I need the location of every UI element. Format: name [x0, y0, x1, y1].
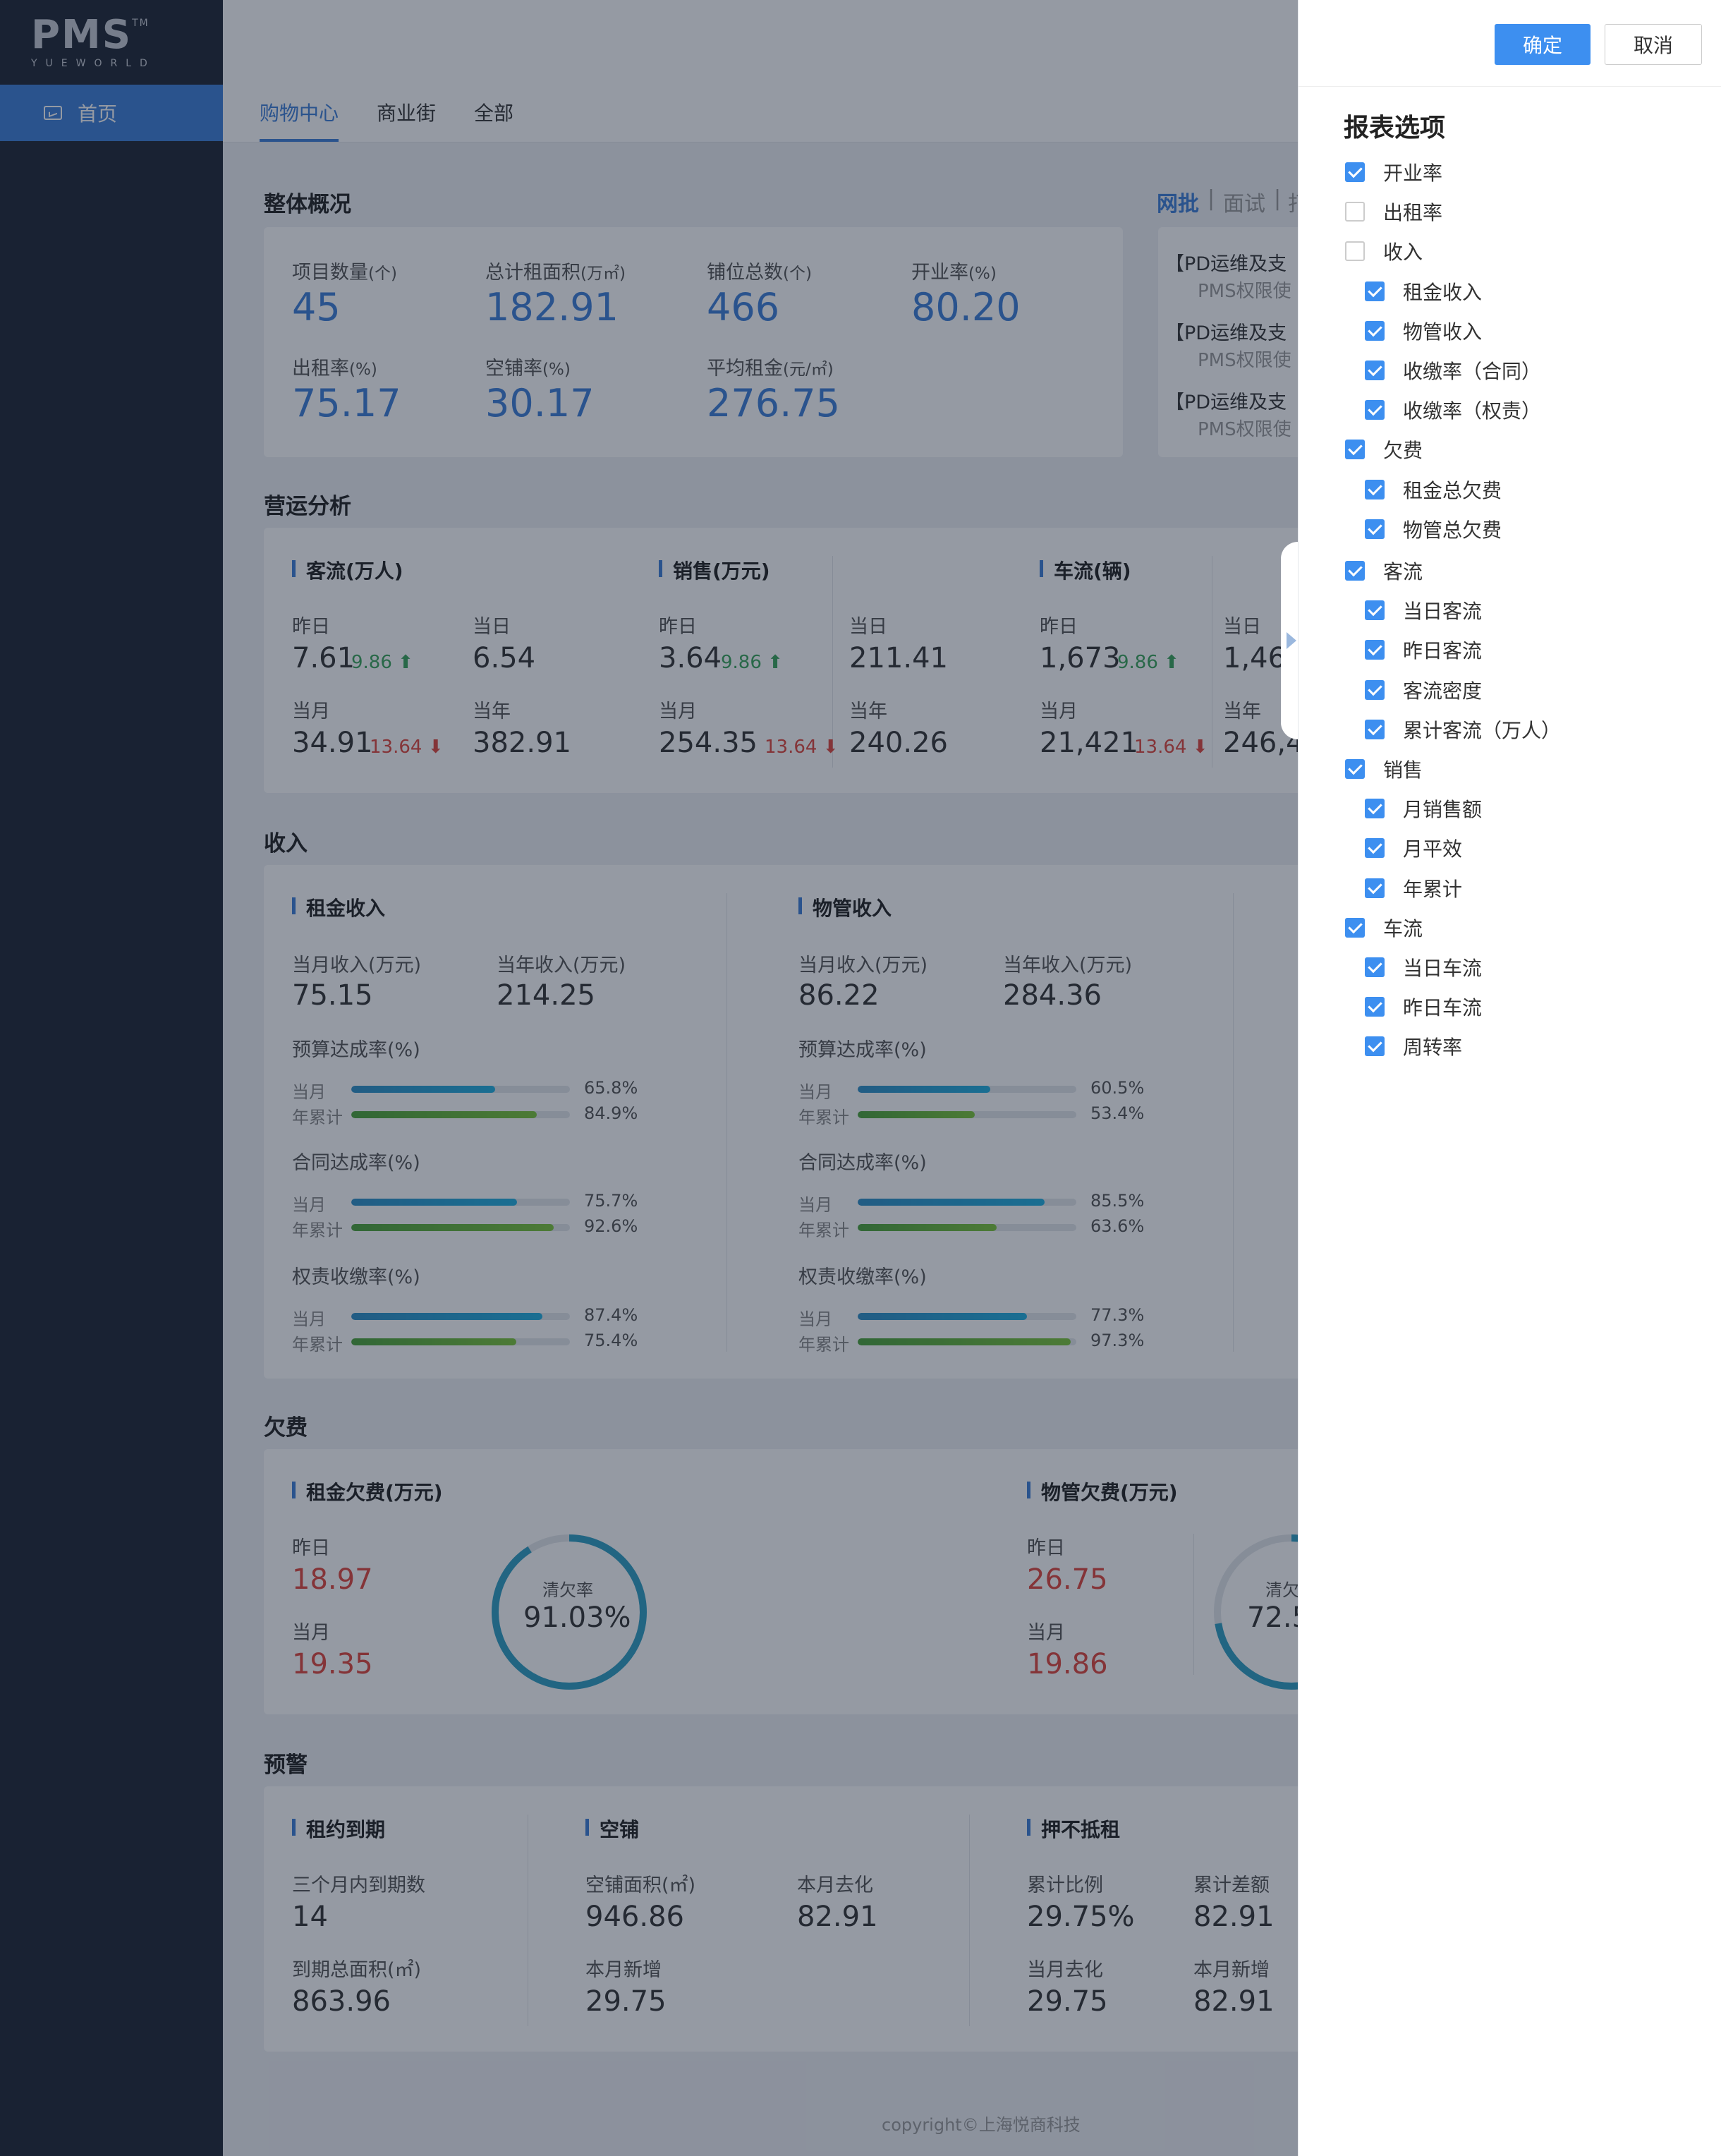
option-checkbox[interactable]: 客流密度 [1365, 676, 1482, 704]
option-label: 收入 [1383, 241, 1423, 264]
checkbox-checked-icon[interactable] [1365, 519, 1385, 539]
option-checkbox[interactable]: 欠费 [1345, 435, 1423, 464]
checkbox-checked-icon[interactable] [1365, 680, 1385, 700]
option-checkbox[interactable]: 租金收入 [1365, 277, 1482, 305]
option-label: 年累计 [1403, 878, 1463, 901]
checkbox-checked-icon[interactable] [1365, 600, 1385, 620]
option-checkbox[interactable]: 车流 [1345, 914, 1423, 942]
option-label: 月销售额 [1403, 798, 1483, 821]
option-checkbox[interactable]: 销售 [1345, 755, 1423, 783]
option-checkbox[interactable]: 租金总欠费 [1365, 476, 1502, 504]
checkbox-checked-icon[interactable] [1365, 321, 1385, 341]
cancel-button[interactable]: 取消 [1605, 24, 1702, 65]
option-checkbox[interactable]: 累计客流（万人） [1365, 715, 1561, 744]
checkbox-checked-icon[interactable] [1365, 878, 1385, 898]
option-label: 收缴率（合同） [1403, 360, 1542, 383]
checkbox-checked-icon[interactable] [1345, 759, 1365, 779]
option-checkbox[interactable]: 客流 [1345, 557, 1423, 585]
option-checkbox[interactable]: 昨日车流 [1365, 993, 1482, 1021]
option-label: 累计客流（万人） [1403, 719, 1562, 742]
option-checkbox[interactable]: 收入 [1345, 237, 1423, 265]
option-label: 周转率 [1403, 1036, 1463, 1059]
option-label: 开业率 [1383, 162, 1443, 185]
option-checkbox[interactable]: 当日客流 [1365, 596, 1482, 624]
checkbox-checked-icon[interactable] [1345, 561, 1365, 581]
report-options-panel: 确定 取消 报表选项 开业率 出租率 收入 租金收入 物管收入 收缴率（合同） … [1298, 0, 1721, 2156]
checkbox-checked-icon[interactable] [1365, 1036, 1385, 1056]
option-label: 租金总欠费 [1403, 479, 1502, 502]
option-checkbox[interactable]: 当日车流 [1365, 953, 1482, 981]
checkbox-checked-icon[interactable] [1365, 361, 1385, 380]
option-checkbox[interactable]: 月平效 [1365, 834, 1462, 862]
option-checkbox[interactable]: 周转率 [1365, 1032, 1462, 1060]
option-label: 客流密度 [1403, 679, 1483, 703]
option-label: 客流 [1383, 560, 1423, 583]
checkbox-checked-icon[interactable] [1365, 400, 1385, 420]
option-checkbox[interactable]: 昨日客流 [1365, 636, 1482, 664]
checkbox-checked-icon[interactable] [1365, 799, 1385, 818]
option-label: 车流 [1383, 917, 1423, 940]
option-label: 月平效 [1403, 837, 1463, 861]
option-label: 物管总欠费 [1403, 519, 1502, 542]
option-label: 昨日车流 [1403, 996, 1483, 1019]
divider [1299, 86, 1721, 87]
option-label: 出租率 [1383, 201, 1443, 224]
option-checkbox[interactable]: 月销售额 [1365, 794, 1482, 823]
option-checkbox[interactable]: 开业率 [1345, 158, 1442, 186]
checkbox-unchecked-icon[interactable] [1345, 241, 1365, 261]
option-checkbox[interactable]: 收缴率（权责） [1365, 396, 1541, 424]
modal-overlay[interactable] [0, 0, 1298, 2156]
checkbox-checked-icon[interactable] [1365, 838, 1385, 858]
checkbox-checked-icon[interactable] [1365, 640, 1385, 660]
option-checkbox[interactable]: 出租率 [1345, 198, 1442, 226]
checkbox-checked-icon[interactable] [1365, 720, 1385, 739]
panel-title: 报表选项 [1344, 114, 1446, 143]
checkbox-unchecked-icon[interactable] [1345, 202, 1365, 222]
option-checkbox[interactable]: 物管收入 [1365, 317, 1482, 345]
checkbox-checked-icon[interactable] [1365, 957, 1385, 977]
checkbox-checked-icon[interactable] [1365, 480, 1385, 499]
option-label: 当日车流 [1403, 957, 1483, 980]
option-label: 当日客流 [1403, 600, 1483, 623]
checkbox-checked-icon[interactable] [1345, 440, 1365, 459]
option-label: 收缴率（权责） [1403, 399, 1542, 423]
option-checkbox[interactable]: 年累计 [1365, 874, 1462, 902]
checkbox-checked-icon[interactable] [1365, 281, 1385, 301]
checkbox-checked-icon[interactable] [1345, 162, 1365, 182]
option-checkbox[interactable]: 收缴率（合同） [1365, 356, 1541, 384]
option-checkbox[interactable]: 物管总欠费 [1365, 515, 1502, 543]
option-label: 租金收入 [1403, 281, 1483, 304]
confirm-button[interactable]: 确定 [1495, 24, 1591, 65]
checkbox-checked-icon[interactable] [1345, 918, 1365, 938]
option-label: 欠费 [1383, 439, 1423, 462]
triangle-right-icon [1287, 632, 1296, 649]
option-label: 销售 [1383, 758, 1423, 782]
option-label: 昨日客流 [1403, 639, 1483, 662]
option-label: 物管收入 [1403, 320, 1483, 344]
checkbox-checked-icon[interactable] [1365, 997, 1385, 1017]
